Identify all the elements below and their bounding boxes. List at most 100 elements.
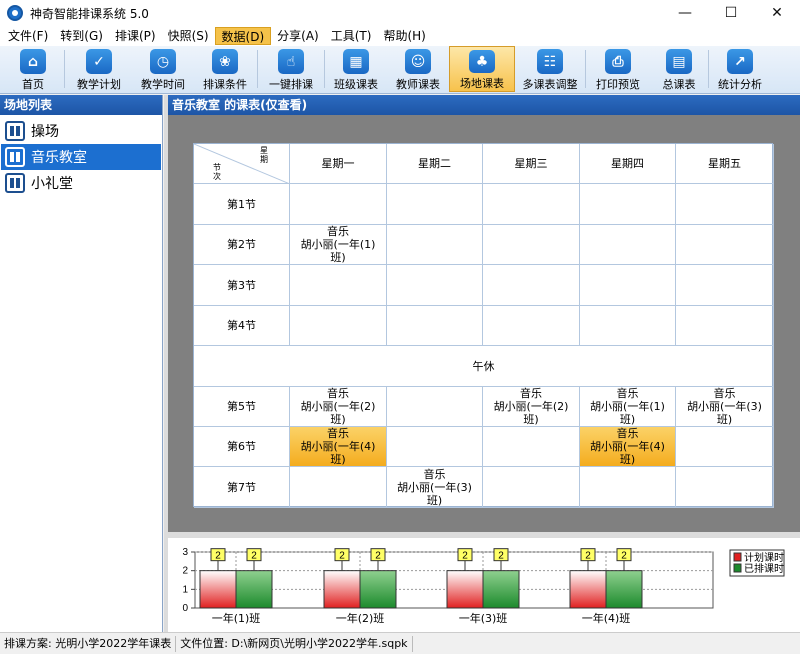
toolbar-button-6[interactable]: ☺ 教师课表 [387, 46, 449, 92]
master-calendar-icon: ▤ [666, 49, 692, 74]
x-category-label: 一年(3)班 [459, 611, 508, 625]
toolbar-label: 场地课表 [460, 77, 504, 90]
toolbar-button-5[interactable]: ▦ 班级课表 [325, 46, 387, 92]
menu-item[interactable]: 排课(P) [109, 27, 162, 45]
y-tick-label: 2 [182, 566, 188, 577]
toolbar-button-3[interactable]: ❀ 排课条件 [193, 46, 257, 92]
empty-slot [387, 306, 483, 346]
toolbar-button-0[interactable]: ⌂ 首页 [2, 46, 64, 92]
data-label: 2 [215, 551, 221, 562]
empty-slot [580, 265, 676, 306]
minimize-button[interactable]: — [662, 0, 708, 26]
venue-icon [5, 121, 25, 141]
toolbar-label: 首页 [22, 78, 44, 91]
bar-scheduled [482, 570, 520, 609]
venue-item[interactable]: 小礼堂 [1, 170, 161, 196]
menu-item[interactable]: 帮助(H) [377, 27, 431, 45]
empty-slot [387, 225, 483, 265]
day-header: 星期一 [290, 144, 387, 184]
legend-label: 已排课时 [744, 562, 784, 575]
data-label: 2 [375, 551, 381, 562]
venue-icon: ♣ [469, 50, 495, 73]
toolbar-label: 总课表 [662, 78, 696, 91]
empty-slot [676, 265, 774, 306]
empty-slot [676, 225, 774, 265]
menu-bar: 文件(F) 转到(G) 排课(P) 快照(S) 数据(D) 分享(A) 工具(T) 帮助(H) [0, 26, 800, 46]
legend-swatch [733, 552, 742, 562]
corner-period-label: 节次 [213, 163, 221, 181]
maximize-button[interactable]: ☐ [708, 0, 754, 26]
bar-scheduled [235, 570, 273, 609]
venue-label: 操场 [31, 124, 59, 140]
status-bar: 排课方案: 光明小学2022学年课表 文件位置: D:\新网页\光明小学2022… [0, 632, 800, 654]
empty-slot [290, 184, 387, 225]
data-label: 2 [462, 551, 468, 562]
calendar-grid-icon: ▦ [343, 49, 369, 74]
toolbar-button-9[interactable]: ⎙ 打印预览 [586, 46, 650, 92]
file-value: D:\新网页\光明小学2022学年.sqpk [231, 636, 408, 650]
chart-icon: ↗ [727, 49, 753, 74]
clock-icon: ◷ [150, 49, 176, 74]
menu-item[interactable]: 工具(T) [325, 27, 378, 45]
toolbar-label: 统计分析 [718, 78, 762, 91]
toolbar-button-2[interactable]: ◷ 教学时间 [133, 46, 193, 92]
venue-list-title: 场地列表 [0, 95, 162, 115]
app-logo-icon [7, 5, 23, 21]
class-slot: 音乐 胡小丽(一年(2) 班) [483, 387, 580, 427]
lunch-break-row: 午休 [194, 346, 774, 387]
day-header: 星期三 [483, 144, 580, 184]
toolbar-button-4[interactable]: ☝ 一键排课 [258, 46, 324, 92]
empty-slot [387, 427, 483, 467]
toolbar-button-1[interactable]: ✓ 教学计划 [65, 46, 133, 92]
empty-slot [483, 467, 580, 508]
class-slot: 音乐 胡小丽(一年(4) 班) [580, 427, 676, 467]
empty-slot [290, 306, 387, 346]
home-icon: ⌂ [20, 49, 46, 74]
y-tick-label: 0 [182, 603, 188, 614]
empty-slot [580, 184, 676, 225]
menu-item[interactable]: 快照(S) [162, 27, 215, 45]
data-label: 2 [621, 551, 627, 562]
chart-svg: 0 1 2 3 2 2 一年(1)班 2 2 一年(2)班 2 2 一年(3)班 2 2 一年(4)班 计划课时… [182, 547, 785, 625]
plan-label: 排课方案: [4, 636, 56, 650]
period-label: 第3节 [194, 265, 290, 306]
venue-label: 小礼堂 [31, 176, 73, 192]
toolbar-label: 教师课表 [396, 78, 440, 91]
menu-item[interactable]: 转到(G) [54, 27, 109, 45]
toolbar-button-8[interactable]: ☷ 多课表调整 [515, 46, 585, 92]
printer-icon: ⎙ [605, 49, 631, 74]
menu-item[interactable]: 文件(F) [2, 27, 54, 45]
toolbar-label: 教学计划 [77, 78, 121, 91]
venue-item[interactable]: 音乐教室 [1, 144, 161, 170]
toolbar-button-11[interactable]: ↗ 统计分析 [709, 46, 771, 92]
bar-scheduled [359, 570, 397, 609]
data-label: 2 [251, 551, 257, 562]
y-tick-label: 3 [182, 547, 188, 558]
menu-item[interactable]: 分享(A) [271, 27, 325, 45]
file-status: 文件位置: D:\新网页\光明小学2022学年.sqpk [176, 635, 413, 652]
empty-slot [290, 265, 387, 306]
period-label: 第4节 [194, 306, 290, 346]
bar-scheduled [605, 570, 643, 609]
toolbar-button-7[interactable]: ♣ 场地课表 [449, 46, 515, 92]
clipboard-check-icon: ✓ [86, 49, 112, 74]
period-label: 第2节 [194, 225, 290, 265]
toolbar-button-10[interactable]: ▤ 总课表 [650, 46, 708, 92]
empty-slot [387, 184, 483, 225]
menu-item[interactable]: 数据(D) [214, 27, 272, 45]
class-hours-chart: 0 1 2 3 2 2 一年(1)班 2 2 一年(2)班 2 2 一年(3)班 2 2 一年(4)班 计划课时… [168, 538, 800, 632]
empty-slot [676, 184, 774, 225]
bar-planned [569, 570, 607, 609]
x-category-label: 一年(2)班 [336, 611, 385, 625]
empty-slot [290, 467, 387, 508]
schedule-title: 音乐教室 的课表(仅查看) [168, 95, 800, 115]
toolbar-label: 班级课表 [334, 78, 378, 91]
day-header: 星期五 [676, 144, 774, 184]
data-label: 2 [339, 551, 345, 562]
venue-item[interactable]: 操场 [1, 118, 161, 144]
close-button[interactable]: ✕ [754, 0, 800, 26]
x-category-label: 一年(1)班 [212, 611, 261, 625]
empty-slot [387, 265, 483, 306]
period-label: 第1节 [194, 184, 290, 225]
schedule-table: 星期 节次 星期一 星期二 星期三 星期四 星期五 第1节 第2节 音乐 胡小丽(一年(1) 班)… [193, 143, 774, 508]
